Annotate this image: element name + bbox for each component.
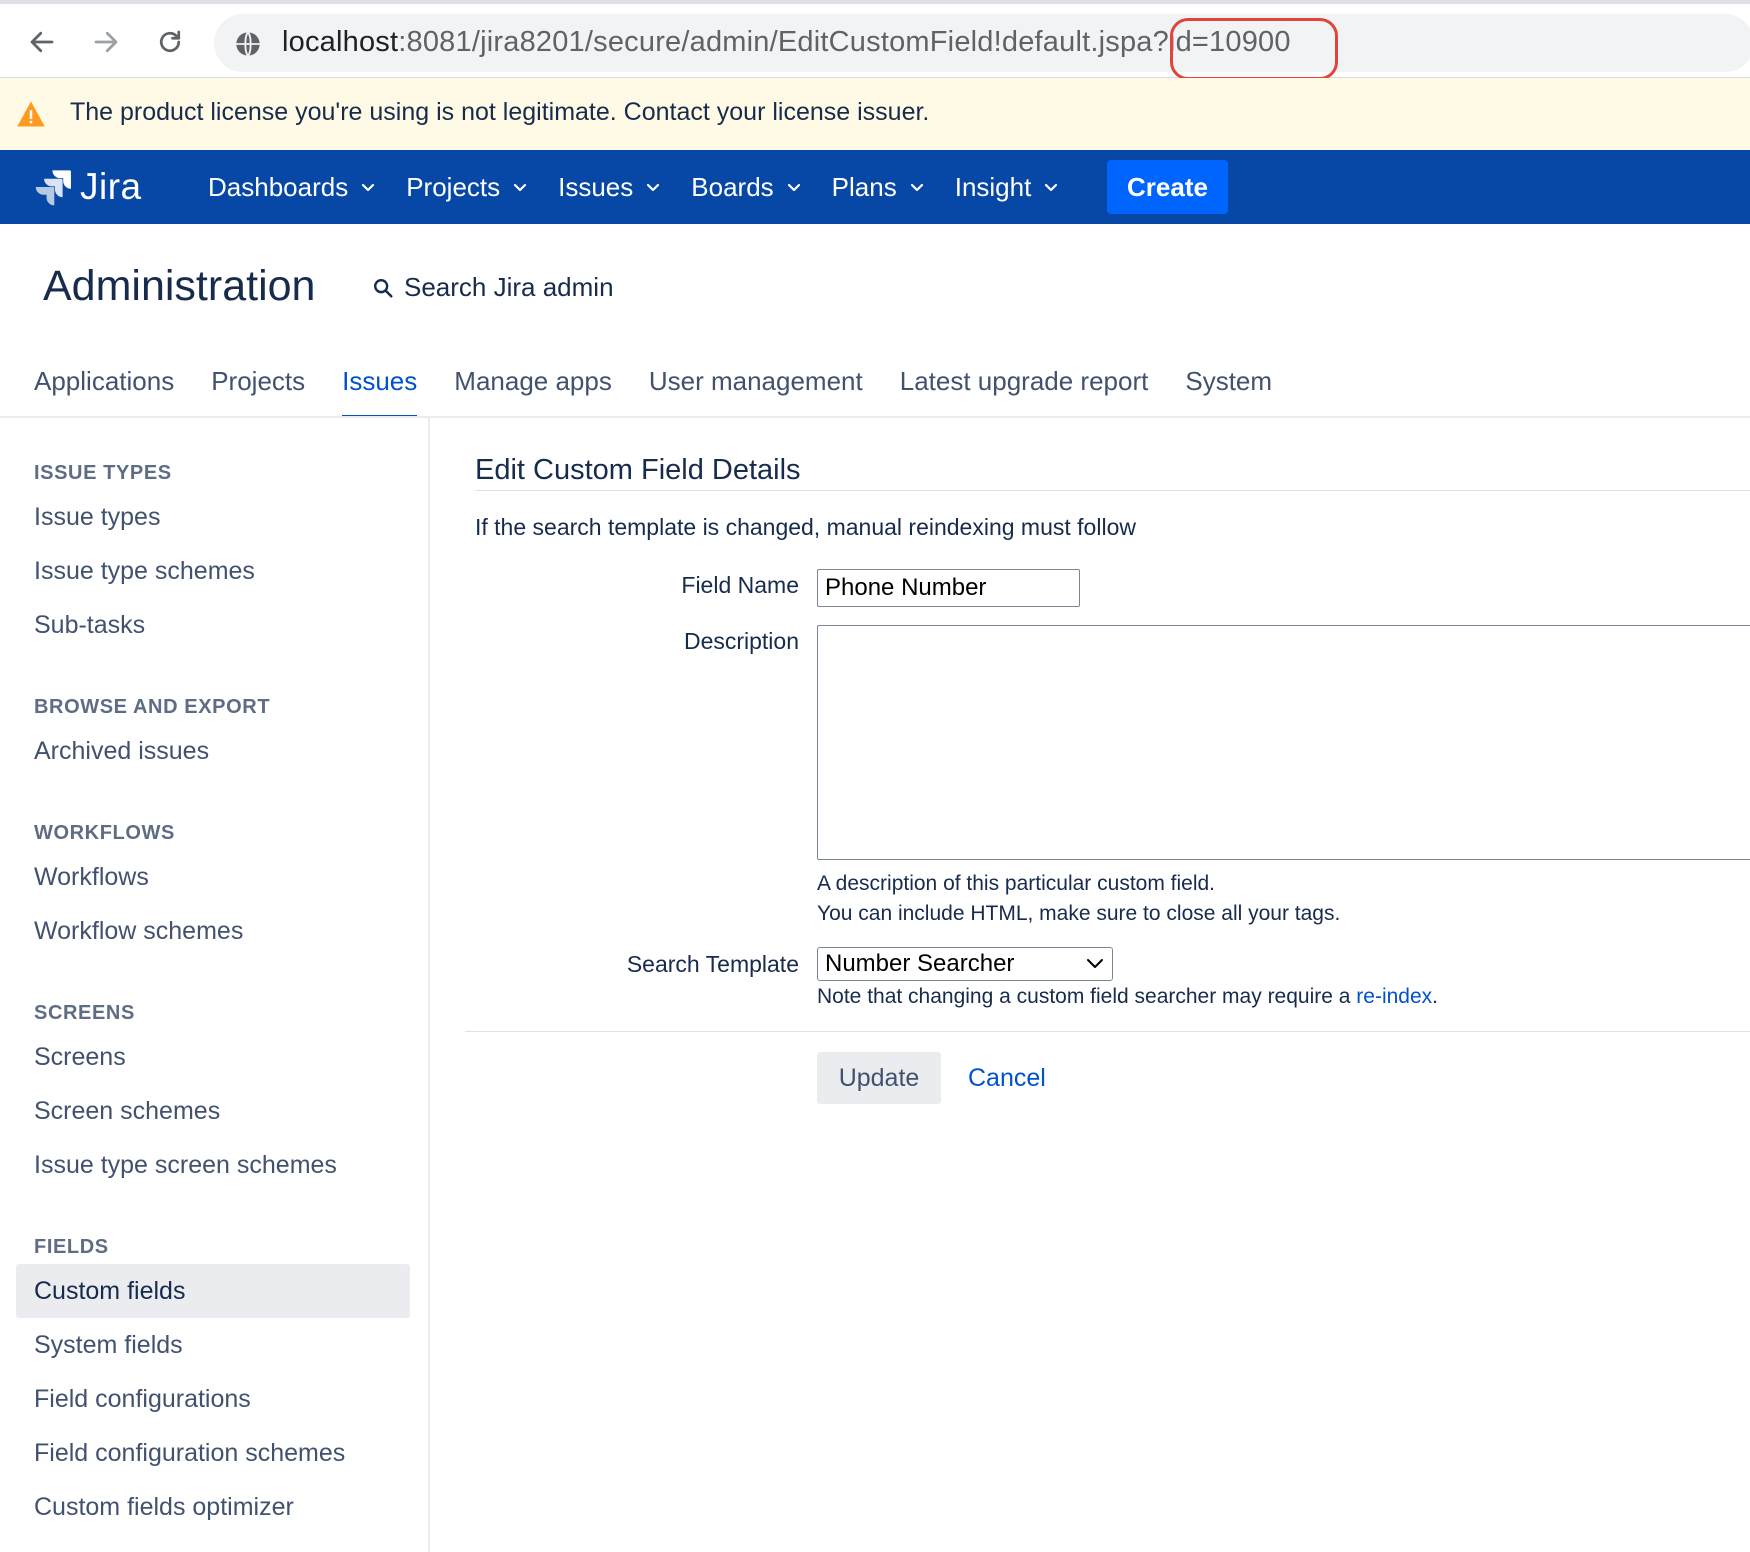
menu-boards[interactable]: Boards — [691, 172, 801, 203]
sidebar-item-issue-types[interactable]: Issue types — [16, 490, 410, 544]
sidebar-item-field-configurations[interactable]: Field configurations — [16, 1372, 410, 1426]
jira-top-nav: Jira Dashboards Projects Issues Boards P… — [0, 150, 1750, 224]
description-label: Description — [683, 628, 799, 654]
note-prefix: Note that changing a custom field search… — [817, 985, 1357, 1008]
menu-label: Issues — [558, 171, 634, 202]
search-icon — [374, 278, 393, 298]
menu-plans[interactable]: Plans — [832, 172, 925, 203]
chevron-down-icon — [362, 183, 375, 192]
admin-search[interactable]: Search Jira admin — [372, 272, 614, 303]
sidebar-item-field-configuration-schemes[interactable]: Field configuration schemes — [16, 1426, 410, 1480]
chevron-down-icon — [910, 183, 923, 192]
reload-button[interactable] — [150, 22, 190, 62]
title-divider — [475, 490, 1750, 491]
globe-icon — [236, 31, 260, 57]
cancel-link[interactable]: Cancel — [968, 1064, 1046, 1093]
sidebar-item-system-fields[interactable]: System fields — [16, 1318, 410, 1372]
search-template-select[interactable]: Number Searcher — [817, 947, 1113, 981]
reindex-note: Note that changing a custom field search… — [817, 985, 1438, 1009]
chevron-down-icon — [647, 183, 660, 192]
search-template-value: Number Searcher — [825, 950, 1015, 977]
sidebar-heading-browse-and-export: BROWSE AND EXPORT — [34, 696, 271, 718]
url-text: localhost:8081/jira8201/secure/admin/Edi… — [282, 26, 1291, 59]
tab-user-management[interactable]: User management — [649, 366, 863, 418]
note-suffix: . — [1432, 985, 1439, 1008]
sidebar-item-archived-issues[interactable]: Archived issues — [16, 724, 410, 778]
address-bar[interactable]: localhost:8081/jira8201/secure/admin/Edi… — [214, 14, 1750, 72]
description-help-1: A description of this particular custom … — [817, 872, 1216, 895]
search-template-label: Search Template — [626, 951, 799, 977]
sidebar-item-workflow-schemes[interactable]: Workflow schemes — [16, 904, 410, 958]
reload-icon — [159, 30, 181, 53]
menu-label: Plans — [831, 171, 897, 202]
arrow-left-icon — [30, 31, 54, 53]
menu-issues[interactable]: Issues — [558, 172, 661, 203]
tab-manage-apps[interactable]: Manage apps — [454, 366, 612, 418]
sidebar-item-screen-schemes[interactable]: Screen schemes — [16, 1084, 410, 1138]
sidebar-heading-workflows: WORKFLOWS — [34, 822, 175, 844]
url-id-highlight — [1170, 18, 1338, 80]
sidebar-heading-fields: FIELDS — [34, 1236, 109, 1258]
warning-icon — [17, 101, 45, 127]
jira-logo[interactable]: Jira — [34, 166, 142, 208]
tab-projects[interactable]: Projects — [211, 366, 305, 418]
jira-logo-text: Jira — [80, 166, 142, 207]
forward-button[interactable] — [86, 22, 126, 62]
chevron-down-icon — [787, 183, 800, 192]
url-path: :8081/jira8201/secure/admin/EditCustomFi… — [398, 26, 1291, 58]
license-warning-text: The product license you're using is not … — [70, 98, 930, 126]
admin-tabs: Applications Projects Issues Manage apps… — [34, 366, 1309, 418]
menu-insight[interactable]: Insight — [955, 172, 1060, 203]
license-warning-banner: The product license you're using is not … — [0, 78, 1750, 150]
chevron-down-icon — [514, 183, 527, 192]
field-name-label: Field Name — [681, 572, 799, 598]
sidebar-item-workflows[interactable]: Workflows — [16, 850, 410, 904]
sidebar-item-issue-type-screen-schemes[interactable]: Issue type screen schemes — [16, 1138, 410, 1192]
url-host: localhost — [282, 26, 399, 58]
menu-dashboards[interactable]: Dashboards — [208, 172, 376, 203]
sidebar-heading-issue-types: ISSUE TYPES — [34, 462, 172, 484]
chevron-down-icon — [1087, 959, 1103, 968]
sidebar-item-custom-fields-optimizer[interactable]: Custom fields optimizer — [16, 1480, 410, 1534]
form-divider — [465, 1031, 1750, 1032]
description-help-2: You can include HTML, make sure to close… — [817, 902, 1341, 925]
sidebar-item-custom-fields[interactable]: Custom fields — [16, 1264, 410, 1318]
reindex-info-text: If the search template is changed, manua… — [475, 514, 1136, 540]
tab-latest-upgrade-report[interactable]: Latest upgrade report — [900, 366, 1149, 418]
description-textarea[interactable] — [817, 625, 1750, 860]
admin-search-label: Search Jira admin — [404, 272, 614, 302]
page-title: Administration — [43, 262, 316, 310]
tab-issues[interactable]: Issues — [342, 366, 418, 418]
menu-label: Boards — [691, 171, 774, 202]
back-button[interactable] — [22, 22, 62, 62]
form-title: Edit Custom Field Details — [475, 454, 801, 486]
chevron-down-icon — [1045, 183, 1058, 192]
browser-toolbar: localhost:8081/jira8201/secure/admin/Edi… — [0, 0, 1750, 80]
field-name-input[interactable] — [817, 569, 1080, 607]
tab-applications[interactable]: Applications — [34, 366, 174, 418]
jira-logo-icon — [35, 170, 71, 206]
reindex-link[interactable]: re-index — [1356, 985, 1432, 1008]
tab-system[interactable]: System — [1185, 366, 1272, 418]
menu-projects[interactable]: Projects — [406, 172, 528, 203]
menu-label: Dashboards — [208, 171, 349, 202]
sidebar-item-sub-tasks[interactable]: Sub-tasks — [16, 598, 410, 652]
arrow-right-icon — [94, 31, 118, 53]
sidebar-heading-screens: SCREENS — [34, 1002, 135, 1024]
main-menu: Dashboards Projects Issues Boards Plans … — [208, 150, 1089, 224]
menu-label: Projects — [406, 171, 501, 202]
create-button[interactable]: Create — [1107, 160, 1228, 214]
sidebar-item-issue-type-schemes[interactable]: Issue type schemes — [16, 544, 410, 598]
menu-label: Insight — [954, 171, 1032, 202]
sidebar-item-screens[interactable]: Screens — [16, 1030, 410, 1084]
update-button[interactable]: Update — [817, 1052, 941, 1104]
admin-sidebar: ISSUE TYPES Issue types Issue type schem… — [0, 418, 430, 1552]
